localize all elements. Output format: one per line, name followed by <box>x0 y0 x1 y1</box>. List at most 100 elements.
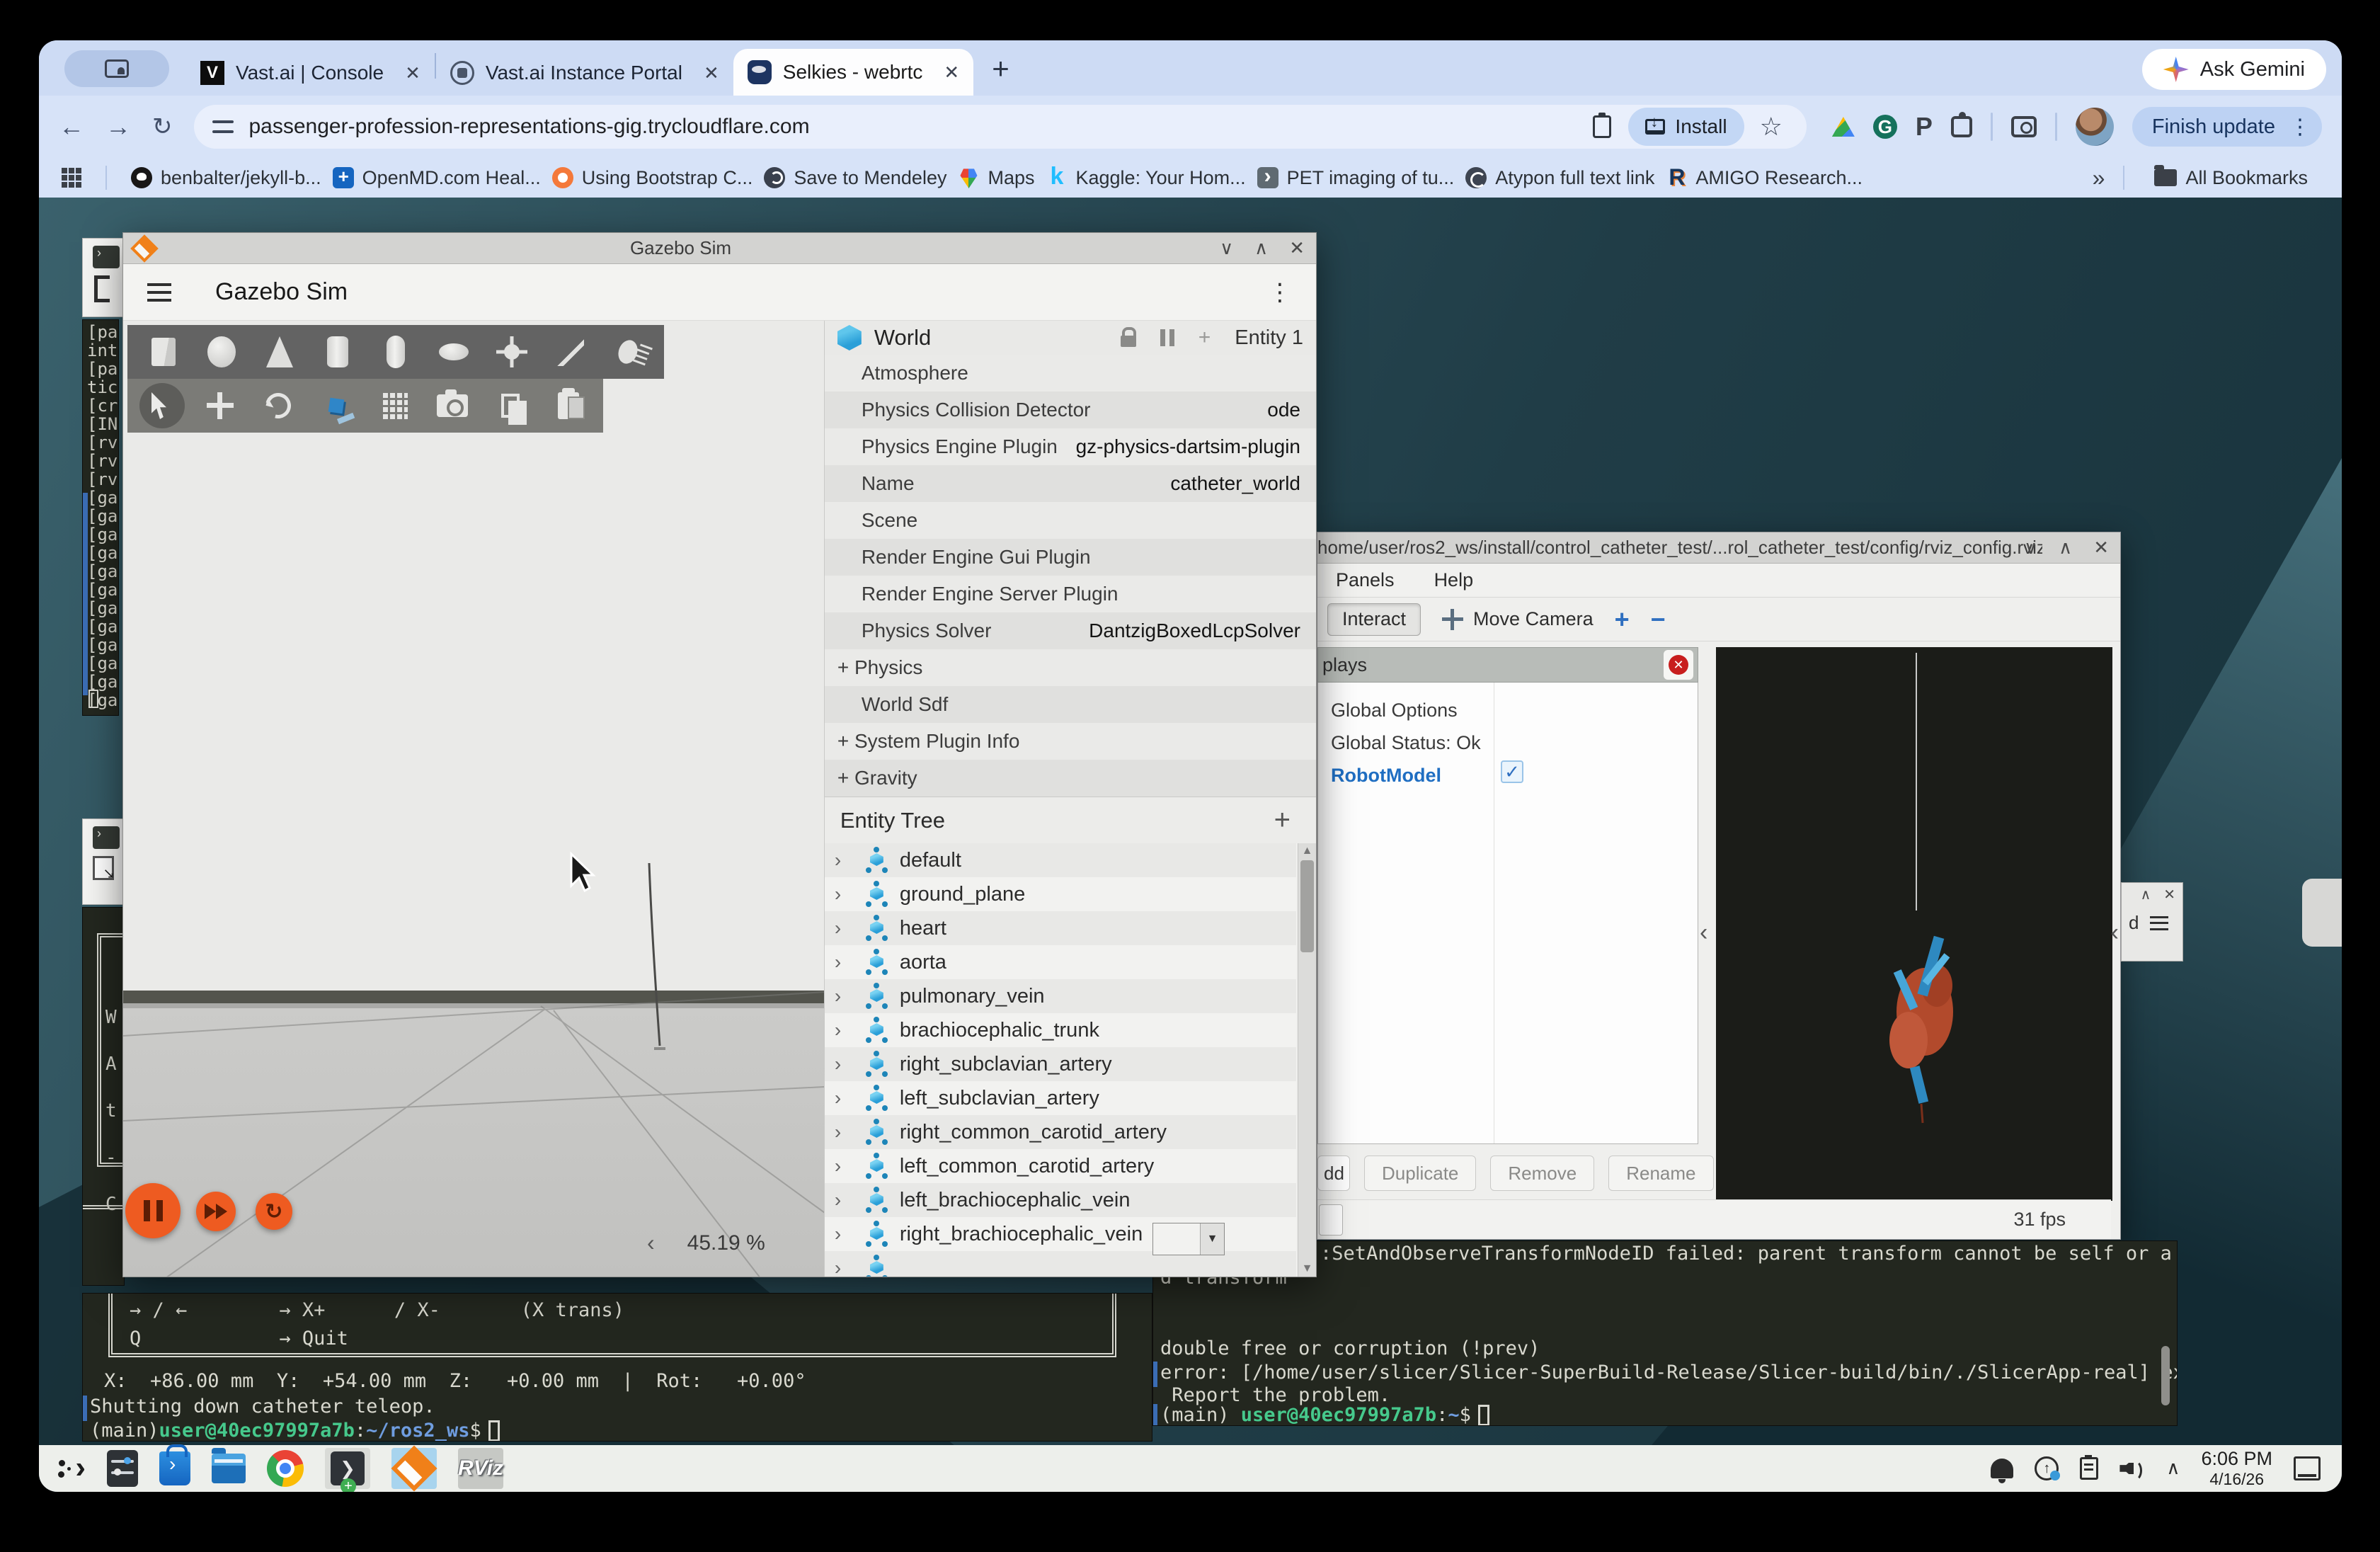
menu-icon[interactable] <box>2150 916 2168 930</box>
world-property-row[interactable]: Physics Solver DantzigBoxedLcpSolver <box>825 612 1316 649</box>
expander-icon[interactable]: › <box>835 1121 853 1143</box>
dropdown-icon[interactable]: ▼ <box>1200 1223 1224 1255</box>
step-forward-button[interactable] <box>196 1192 236 1231</box>
pause-button[interactable] <box>125 1183 181 1238</box>
minimize-icon[interactable]: ∨ <box>1220 237 1233 259</box>
minimize-icon[interactable]: ∨ <box>2024 537 2037 559</box>
paste-tool-icon[interactable] <box>544 383 593 428</box>
drive-extension-icon[interactable] <box>1832 117 1855 137</box>
tab-search-button[interactable] <box>64 50 169 87</box>
bookmarks-overflow-icon[interactable]: » <box>2093 165 2105 191</box>
world-property-row[interactable]: Physics Collision Detector ode <box>825 392 1316 428</box>
entity-tree-add-icon[interactable]: + <box>1274 804 1291 836</box>
interact-tool-button[interactable]: Interact <box>1327 603 1421 636</box>
menu-panels[interactable]: Panels <box>1336 569 1395 591</box>
maximize-icon[interactable]: ∧ <box>2141 886 2151 903</box>
taskbar-terminal[interactable]: ❯ <box>325 1448 370 1489</box>
all-bookmarks-button[interactable]: All Bookmarks <box>2154 167 2308 189</box>
tray-expand-icon[interactable]: ∧ <box>2166 1457 2180 1479</box>
world-property-row[interactable]: Name catheter_world <box>825 465 1316 502</box>
bookmark-item[interactable]: Using Bootstrap C... <box>552 167 753 189</box>
bookmark-item[interactable]: PET imaging of tu... <box>1257 167 1455 189</box>
scrollbar-thumb[interactable] <box>1300 860 1314 952</box>
notifications-icon[interactable] <box>1991 1459 2013 1478</box>
file-manager-icon[interactable] <box>212 1454 246 1483</box>
bookmark-item[interactable]: Save to Mendeley <box>764 167 946 189</box>
entity-tree-item[interactable]: › pulmonary_vein <box>825 979 1296 1013</box>
scroll-down-icon[interactable]: ▼ <box>1298 1262 1316 1275</box>
sphere-tool-icon[interactable] <box>197 329 246 375</box>
menu-help[interactable]: Help <box>1434 569 1474 591</box>
panel-collapse-icon[interactable]: ‹ <box>2111 919 2119 947</box>
expander-icon[interactable]: › <box>835 849 853 872</box>
world-property-row[interactable]: + Physics <box>825 649 1316 686</box>
taskbar-gazebo-active[interactable] <box>391 1448 437 1489</box>
left-terminal-window[interactable]: → / ← → X+ / X- (X trans) Q → Quit X: +8… <box>82 1293 1152 1442</box>
move-camera-tool-button[interactable]: Move Camera <box>1442 608 1594 630</box>
entity-tree-item[interactable]: › ground_plane <box>825 877 1296 911</box>
directional-light-tool-icon[interactable] <box>545 329 595 375</box>
shell-prompt[interactable]: (main) user@40ec97997a7b : ~ $ <box>1160 1404 1489 1426</box>
robotmodel-checkbox[interactable]: ✓ <box>1501 760 1523 783</box>
entity-tree-item[interactable]: › left_common_carotid_artery <box>825 1149 1296 1183</box>
reset-button[interactable]: ↻ <box>256 1193 292 1230</box>
expander-icon[interactable]: › <box>835 1019 853 1042</box>
tab-selkies-active[interactable]: Selkies - webrtc ✕ <box>733 49 973 96</box>
close-icon[interactable]: ✕ <box>2163 886 2175 903</box>
display-item-global-status[interactable]: Global Status: Ok <box>1318 726 1698 759</box>
displays-panel-header[interactable]: plays ✕ <box>1317 647 1698 683</box>
tab-close-icon[interactable]: ✕ <box>405 62 420 84</box>
world-property-row[interactable]: Atmosphere <box>825 355 1316 392</box>
entity-tree-item[interactable]: › right_subclavian_artery <box>825 1047 1296 1081</box>
app-launcher-icon[interactable] <box>57 1456 86 1481</box>
expander-icon[interactable]: › <box>835 1189 853 1211</box>
apps-grid-icon[interactable] <box>62 168 81 188</box>
copy-tool-icon[interactable] <box>486 383 535 428</box>
clock[interactable]: 6:06 PM 4/16/26 <box>2201 1448 2272 1488</box>
volume-icon[interactable] <box>2119 1457 2145 1480</box>
maximize-icon[interactable]: ∧ <box>2059 537 2072 559</box>
gazebo-3d-viewport[interactable]: ↻ ‹ 45.19 % <box>123 321 824 1277</box>
world-property-row[interactable]: + Gravity <box>825 760 1316 797</box>
chrome-icon[interactable] <box>267 1450 304 1487</box>
rotate-tool-icon[interactable] <box>253 383 303 428</box>
terminal-scrollbar[interactable] <box>2161 1346 2170 1405</box>
expander-icon[interactable]: › <box>835 951 853 974</box>
display-item-global-options[interactable]: Global Options <box>1318 694 1698 726</box>
hamburger-menu-icon[interactable] <box>147 283 171 302</box>
cylinder-tool-icon[interactable] <box>313 329 362 375</box>
search-tabs-icon[interactable] <box>2011 116 2037 137</box>
clipboard-tray-icon[interactable] <box>2080 1457 2098 1480</box>
expander-icon[interactable]: › <box>835 1257 853 1277</box>
settings-icon[interactable] <box>107 1450 138 1487</box>
app-store-icon[interactable] <box>159 1451 190 1485</box>
bookmark-item[interactable]: Maps <box>958 167 1034 189</box>
entity-tree-item[interactable]: › right_brachiocephalic_vein <box>825 1217 1296 1251</box>
extensions-puzzle-icon[interactable] <box>1951 116 1972 137</box>
duplicate-button[interactable]: Duplicate <box>1364 1156 1476 1191</box>
entity-tree-item[interactable]: › heart <box>825 911 1296 945</box>
grid-tool-icon[interactable] <box>370 383 419 428</box>
combobox-fragment[interactable]: ▼ <box>1152 1223 1225 1255</box>
add-icon[interactable]: + <box>1198 326 1211 350</box>
browser-menu-icon[interactable]: ⋮ <box>2289 115 2311 139</box>
bookmark-item[interactable]: OpenMD.com Heal... <box>333 167 541 189</box>
finish-update-button[interactable]: Finish update ⋮ <box>2132 107 2322 147</box>
shell-prompt[interactable]: (main) user@40ec97997a7b : ~/ros2_ws $ <box>90 1420 500 1442</box>
rviz-3d-view[interactable] <box>1716 647 2112 1201</box>
address-bar[interactable]: passenger-profession-representations-gig… <box>194 105 1807 149</box>
entity-tree-item[interactable]: › left_subclavian_artery <box>825 1081 1296 1115</box>
box-tool-icon[interactable] <box>139 329 188 375</box>
select-tool-icon[interactable] <box>137 383 187 428</box>
entity-tree-item[interactable]: › brachiocephalic_trunk <box>825 1013 1296 1047</box>
snap-tool-icon[interactable] <box>311 383 361 428</box>
reload-button[interactable]: ↻ <box>152 113 173 141</box>
expander-icon[interactable]: › <box>835 883 853 906</box>
bookmark-star-icon[interactable]: ☆ <box>1760 112 1783 142</box>
entity-tree-item[interactable]: › default <box>825 843 1296 877</box>
entity-tree-item[interactable]: › left_brachiocephalic_vein <box>825 1183 1296 1217</box>
expander-icon[interactable]: › <box>835 985 853 1008</box>
taskbar-rviz[interactable]: RViz <box>458 1448 503 1489</box>
collapse-icon[interactable]: ‹ <box>647 1230 655 1256</box>
zoom-out-button[interactable]: − <box>1651 605 1666 634</box>
